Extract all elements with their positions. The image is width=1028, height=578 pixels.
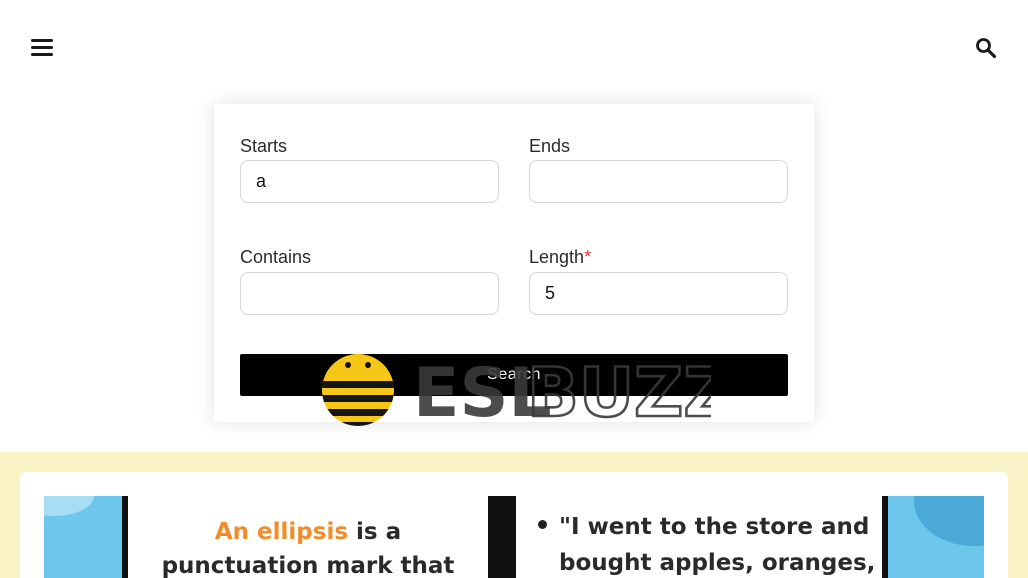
search-icon[interactable] [975,37,997,59]
left-line-1-text: is a [348,519,402,545]
starts-input[interactable] [240,160,499,203]
decor-blob [914,496,984,546]
length-label-text: Length [529,247,585,267]
search-button[interactable]: Search [240,354,788,396]
top-bar [0,0,1028,96]
highlight-term: An ellipsis [214,519,349,545]
infographic-left-line-1: An ellipsis is a [128,515,488,549]
ends-label: Ends [529,136,571,156]
hamburger-menu-icon[interactable] [31,39,53,57]
ellipsis-infographic: An ellipsis is a punctuation mark that "… [44,496,984,578]
bullet-icon [538,520,547,529]
starts-label: Starts [240,136,288,156]
required-mark: * [584,247,592,267]
word-search-form: Starts Ends Contains Length* Search [214,104,814,422]
decor-blob [44,496,94,516]
length-label: Length* [529,247,591,268]
infographic-right-line-2: bought apples, oranges, [559,550,876,576]
infographic-right-page: "I went to the store and bought apples, … [492,496,888,578]
right-line-1-text: "I went to the store and [559,514,870,540]
infographic-right-line-1: "I went to the store and [538,509,869,545]
infographic-left-page: An ellipsis is a punctuation mark that [122,496,494,578]
ends-input[interactable] [529,160,788,203]
contains-input[interactable] [240,272,499,315]
contains-label: Contains [240,247,312,267]
infographic-left-line-2: punctuation mark that [161,553,455,578]
length-input[interactable] [529,272,788,315]
